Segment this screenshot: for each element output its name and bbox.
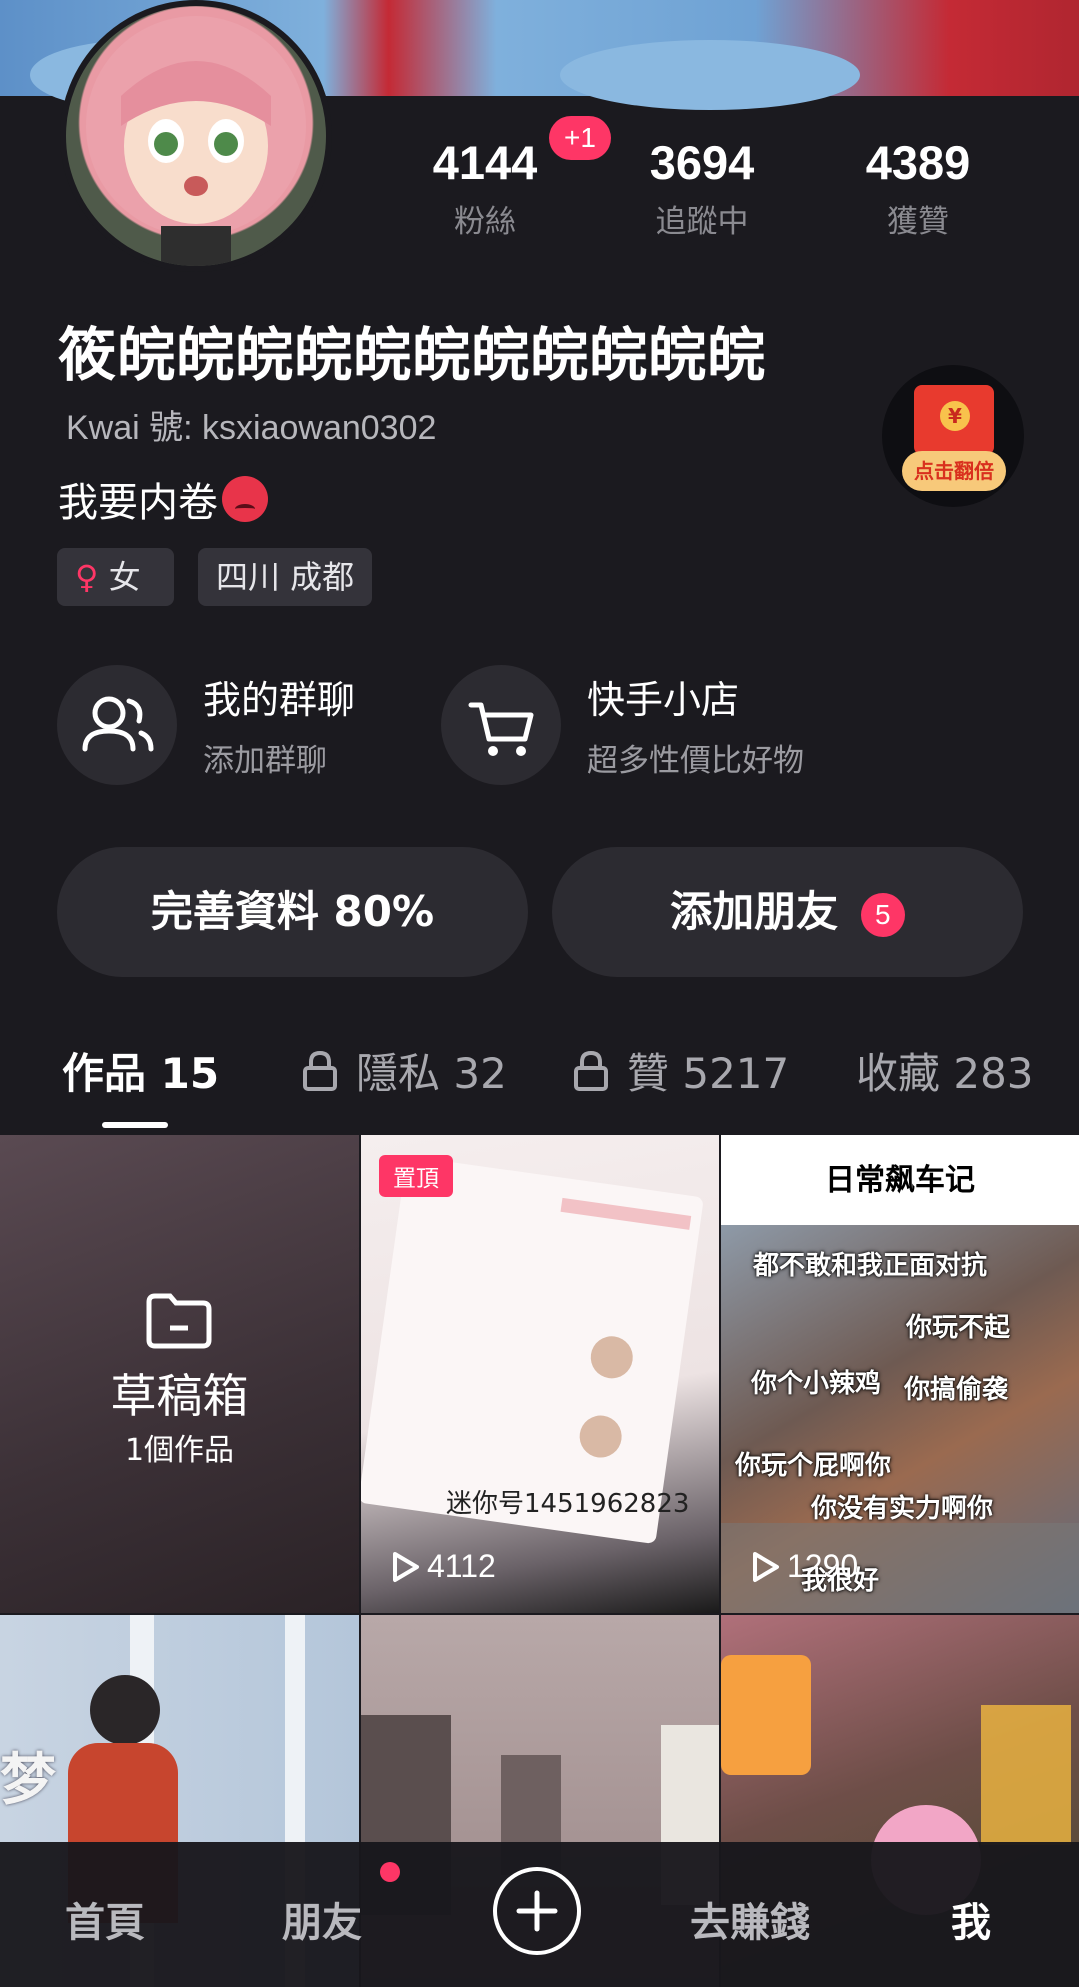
red-packet-label: 点击翻倍 (902, 451, 1006, 491)
avatar[interactable] (60, 0, 332, 272)
profile-stats: 4144 粉絲 3694 追蹤中 4389 獲贊 (420, 135, 1020, 250)
create-button[interactable] (493, 1867, 581, 1955)
plus-icon (516, 1890, 558, 1932)
thumbnail-detail (576, 1412, 625, 1461)
followers-count: 4144 (432, 136, 538, 189)
tab-private-label: 隱私 32 (356, 1049, 507, 1098)
play-count-value: 1290 (787, 1548, 859, 1584)
bio-text: 我要内卷 (58, 480, 218, 526)
avatar-illustration (86, 16, 306, 266)
video-thumbnail (90, 1675, 160, 1745)
following-stat[interactable]: 3694 追蹤中 (612, 135, 792, 241)
drafts-count: 1個作品 (124, 1433, 235, 1468)
female-icon: ♀ (75, 558, 99, 596)
video-card[interactable]: 置頂 迷你号1451962823 4112 (361, 1135, 719, 1613)
add-friends-count-badge: 5 (860, 892, 905, 937)
username: 筱皖皖皖皖皖皖皖皖皖皖皖 (58, 321, 767, 389)
thumbnail-detail (560, 1197, 692, 1230)
group-icon (82, 696, 154, 752)
folder-icon (146, 1293, 212, 1349)
video-thumbnail (721, 1655, 811, 1775)
pinned-badge: 置頂 (379, 1155, 453, 1197)
yuan-coin-icon: ¥ (940, 401, 970, 431)
likes-count: 4389 (865, 136, 971, 189)
group-icon-wrapper (57, 665, 177, 785)
tab-likes[interactable]: 贊 5217 (573, 1040, 789, 1101)
followers-label: 粉絲 (454, 204, 516, 240)
profile-tabs: 作品 15 隱私 32 贊 5217 收藏 283 (0, 1040, 1079, 1130)
play-icon (393, 1551, 419, 1582)
following-label: 追蹤中 (655, 204, 749, 240)
thumbnail-detail (588, 1333, 636, 1382)
video-subtitle-line: 都不敢和我正面对抗 (753, 1251, 988, 1281)
shop-title: 快手小店 (587, 678, 740, 722)
video-title: 日常飙车记 (825, 1163, 975, 1198)
kwai-id[interactable]: Kwai 號: ksxiaowan0302 (66, 400, 436, 449)
likes-stat[interactable]: 4389 獲贊 (828, 135, 1008, 241)
video-thumbnail (981, 1705, 1071, 1845)
video-overlay-text: 梦 (0, 1748, 56, 1813)
active-tab-indicator (102, 1122, 168, 1128)
drafts-content: 草稿箱 1個作品 (0, 1135, 359, 1613)
cover-decoration (560, 40, 860, 110)
video-subtitle-line: 你个小辣鸡 (751, 1369, 882, 1399)
group-chat-subtitle: 添加群聊 (203, 743, 327, 779)
complete-profile-button[interactable]: 完善資料 80% (57, 847, 528, 977)
cart-icon (468, 702, 534, 756)
tab-works-label: 作品 15 (62, 1049, 220, 1098)
lock-icon (303, 1050, 337, 1091)
video-card[interactable]: 日常飙车记 都不敢和我正面对抗 你玩不起 你个小辣鸡 你搞偷袭 你玩个屁啊你 你… (721, 1135, 1079, 1613)
bottom-navigation: 首頁 朋友 去賺錢 我 (0, 1842, 1079, 1987)
add-friends-label: 添加朋友 (670, 887, 839, 936)
drafts-title: 草稿箱 (110, 1369, 249, 1423)
location-tag: 四川 成都 (198, 548, 373, 606)
bio: 我要内卷 (58, 470, 268, 528)
play-count: 1290 (751, 1548, 858, 1585)
video-subtitle-line: 你玩个屁啊你 (735, 1451, 892, 1481)
nav-earn[interactable]: 去賺錢 (690, 1890, 810, 1948)
tab-favorites[interactable]: 收藏 283 (856, 1040, 1034, 1101)
video-caption: 迷你号1451962823 (446, 1489, 690, 1519)
complete-profile-label: 完善資料 80% (150, 887, 435, 936)
drafts-folder[interactable]: 草稿箱 1個作品 (0, 1135, 359, 1613)
gender-label: 女 (108, 558, 141, 596)
nav-friends[interactable]: 朋友 (282, 1890, 362, 1948)
gender-tag: ♀ 女 (57, 548, 174, 606)
group-chat-title: 我的群聊 (203, 678, 356, 722)
tab-likes-label: 贊 5217 (627, 1049, 790, 1098)
friends-notification-dot (380, 1862, 400, 1882)
nav-home[interactable]: 首頁 (65, 1890, 145, 1948)
video-subtitle-line: 你玩不起 (906, 1313, 1011, 1343)
tab-favorites-label: 收藏 283 (856, 1049, 1034, 1098)
play-count-value: 4112 (427, 1548, 496, 1584)
shop-entry[interactable]: 快手小店 超多性價比好物 (441, 665, 861, 790)
tab-private[interactable]: 隱私 32 (302, 1040, 507, 1101)
likes-label: 獲贊 (887, 204, 949, 240)
group-chat-entry[interactable]: 我的群聊 添加群聊 (57, 665, 417, 790)
lock-icon (574, 1050, 608, 1091)
followers-stat[interactable]: 4144 粉絲 (395, 135, 575, 241)
red-packet-button[interactable]: ¥ 点击翻倍 (882, 365, 1024, 507)
add-friends-button[interactable]: 添加朋友 5 (552, 847, 1023, 977)
angry-emoji-icon (222, 476, 268, 522)
video-subtitle-line: 你没有实力啊你 (811, 1494, 994, 1524)
video-subtitle-line: 你搞偷袭 (904, 1375, 1009, 1405)
cart-icon-wrapper (441, 665, 561, 785)
play-count: 4112 (391, 1548, 496, 1585)
nav-me[interactable]: 我 (951, 1890, 991, 1948)
following-count: 3694 (649, 136, 755, 189)
tab-works[interactable]: 作品 15 (62, 1040, 219, 1101)
play-icon (753, 1551, 779, 1582)
shop-subtitle: 超多性價比好物 (587, 743, 804, 779)
